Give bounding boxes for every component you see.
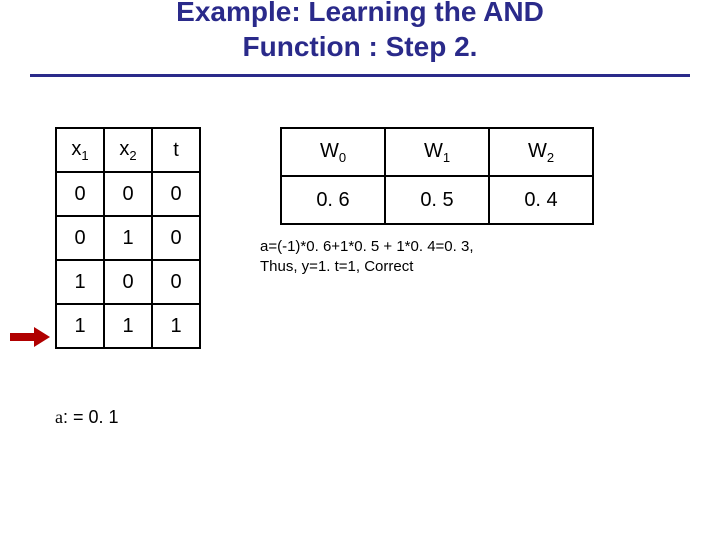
weights-table: W0 W1 W2 0. 6 0. 5 0. 4 bbox=[280, 127, 594, 225]
table-header-row: x1 x2 t bbox=[56, 128, 200, 172]
table-row: 0 1 0 bbox=[56, 216, 200, 260]
col-w1: W1 bbox=[385, 128, 489, 176]
title-line-2: Function : Step 2. bbox=[243, 31, 478, 62]
calculation-text: a=(-1)*0. 6+1*0. 5 + 1*0. 4=0. 3, Thus, … bbox=[260, 237, 474, 278]
cell: 1 bbox=[56, 260, 104, 304]
col-x1: x1 bbox=[56, 128, 104, 172]
alpha-value: : = 0. 1 bbox=[63, 407, 119, 427]
title-line-1: Example: Learning the AND bbox=[176, 0, 544, 27]
cell: 0. 6 bbox=[281, 176, 385, 224]
table-row: 1 1 1 bbox=[56, 304, 200, 348]
slide-title: Example: Learning the AND Function : Ste… bbox=[0, 0, 720, 64]
active-row-arrow-icon bbox=[10, 327, 50, 347]
cell: 1 bbox=[152, 304, 200, 348]
col-x2: x2 bbox=[104, 128, 152, 172]
col-t: t bbox=[152, 128, 200, 172]
cell: 1 bbox=[104, 304, 152, 348]
calc-line-2: Thus, y=1. t=1, Correct bbox=[260, 258, 413, 275]
col-w0: W0 bbox=[281, 128, 385, 176]
cell: 1 bbox=[104, 216, 152, 260]
table-row: 0 0 0 bbox=[56, 172, 200, 216]
cell: 0 bbox=[152, 172, 200, 216]
cell: 0 bbox=[152, 260, 200, 304]
col-w2: W2 bbox=[489, 128, 593, 176]
cell: 0. 4 bbox=[489, 176, 593, 224]
alpha-label: a: = 0. 1 bbox=[55, 407, 119, 428]
cell: 0 bbox=[56, 216, 104, 260]
cell: 0 bbox=[104, 172, 152, 216]
cell: 0 bbox=[56, 172, 104, 216]
table-row: 0. 6 0. 5 0. 4 bbox=[281, 176, 593, 224]
title-divider bbox=[30, 74, 690, 77]
and-truth-table: x1 x2 t 0 0 0 0 1 0 1 0 0 1 1 1 bbox=[55, 127, 201, 349]
cell: 1 bbox=[56, 304, 104, 348]
calc-line-1: a=(-1)*0. 6+1*0. 5 + 1*0. 4=0. 3, bbox=[260, 238, 474, 255]
cell: 0 bbox=[152, 216, 200, 260]
alpha-symbol: a bbox=[55, 407, 63, 427]
table-row: 1 0 0 bbox=[56, 260, 200, 304]
cell: 0. 5 bbox=[385, 176, 489, 224]
table-header-row: W0 W1 W2 bbox=[281, 128, 593, 176]
cell: 0 bbox=[104, 260, 152, 304]
